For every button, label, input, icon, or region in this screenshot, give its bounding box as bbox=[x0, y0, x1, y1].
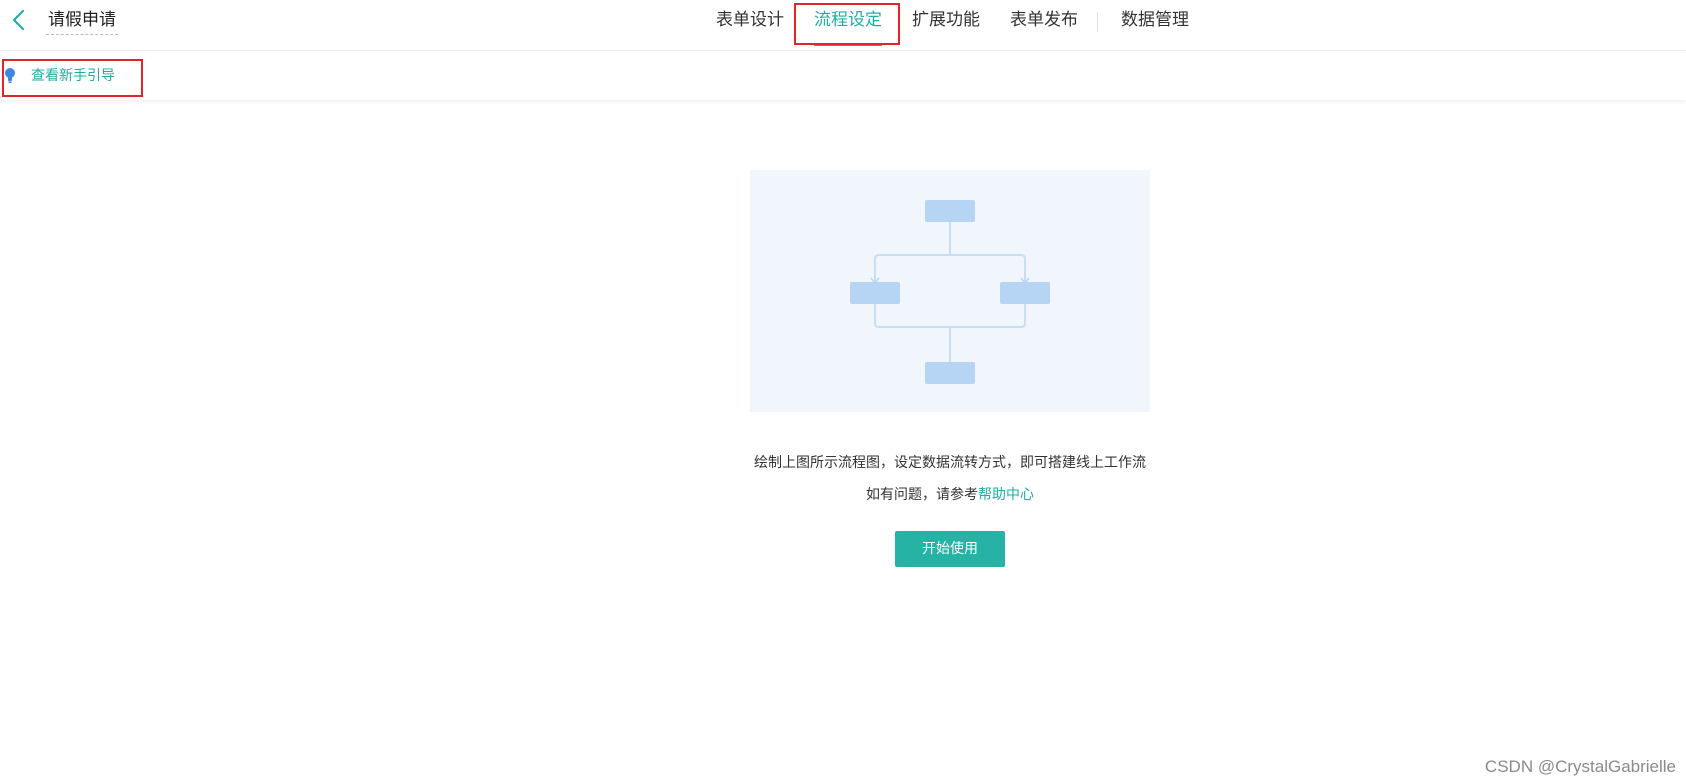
help-hint-prefix: 如有问题，请参考 bbox=[866, 487, 978, 503]
tab-form-publish[interactable]: 表单发布 bbox=[1010, 0, 1078, 46]
page: 请假申请 表单设计 流程设定 扩展功能 表单发布 数据管理 查看新手引导 绘制上… bbox=[0, 0, 1686, 783]
tab-form-design[interactable]: 表单设计 bbox=[716, 0, 784, 46]
form-title[interactable]: 请假申请 bbox=[46, 8, 118, 35]
view-guide-link[interactable]: 查看新手引导 bbox=[4, 64, 115, 88]
top-header: 请假申请 表单设计 流程设定 扩展功能 表单发布 数据管理 bbox=[0, 0, 1686, 51]
flow-node-right bbox=[1000, 282, 1050, 304]
tab-process-settings[interactable]: 流程设定 bbox=[814, 0, 882, 46]
flowchart-illustration bbox=[750, 170, 1150, 412]
flow-node-end bbox=[925, 362, 975, 384]
flow-node-start bbox=[925, 200, 975, 222]
lightbulb-icon bbox=[5, 68, 15, 83]
tab-label: 数据管理 bbox=[1121, 10, 1189, 30]
watermark: CSDN @CrystalGabrielle bbox=[1484, 757, 1676, 776]
empty-state-description: 绘制上图所示流程图，设定数据流转方式，即可搭建线上工作流 bbox=[754, 455, 1146, 471]
chevron-left-icon bbox=[12, 9, 25, 31]
view-guide-label: 查看新手引导 bbox=[31, 68, 115, 84]
tab-label: 扩展功能 bbox=[912, 10, 980, 30]
tab-label: 表单设计 bbox=[716, 10, 784, 30]
help-center-link[interactable]: 帮助中心 bbox=[978, 487, 1034, 503]
tab-label: 表单发布 bbox=[1010, 10, 1078, 30]
tab-data-management[interactable]: 数据管理 bbox=[1121, 0, 1189, 46]
sub-toolbar: 查看新手引导 bbox=[0, 51, 1686, 100]
flowchart-diagram bbox=[850, 200, 1050, 384]
tab-extensions[interactable]: 扩展功能 bbox=[912, 0, 980, 46]
start-using-button[interactable]: 开始使用 bbox=[895, 531, 1005, 567]
back-button[interactable] bbox=[8, 8, 32, 32]
flow-node-left bbox=[850, 282, 900, 304]
active-tab-indicator bbox=[814, 43, 882, 46]
tab-divider bbox=[1097, 12, 1098, 32]
help-hint: 如有问题，请参考帮助中心 bbox=[650, 484, 1250, 506]
tab-label: 流程设定 bbox=[814, 10, 882, 30]
